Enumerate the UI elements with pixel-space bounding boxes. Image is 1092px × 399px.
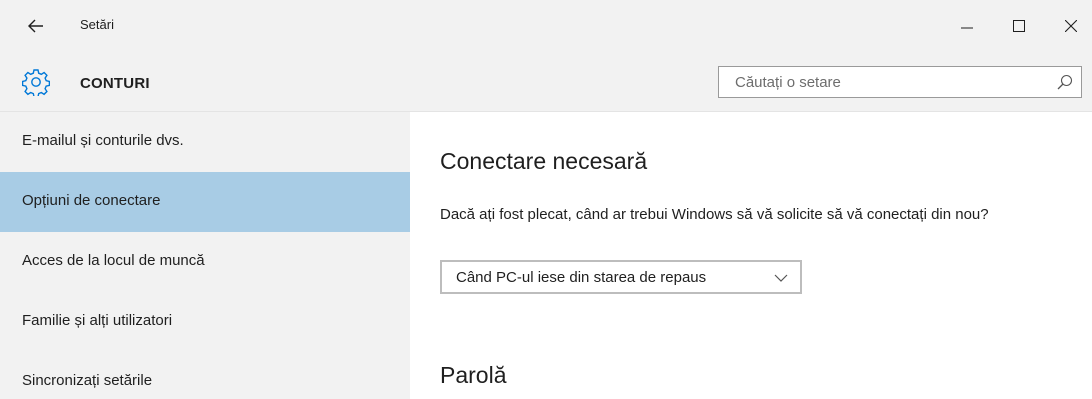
close-icon — [1065, 20, 1077, 32]
settings-window: Setări CONTURI Căutați o setare E-mailul… — [0, 0, 1092, 399]
sign-in-required-heading: Conectare necesară — [440, 148, 648, 174]
sidebar-item-label: Familie și alți utilizatori — [22, 312, 173, 329]
sidebar-item-label: Sincronizați setările — [22, 372, 153, 389]
maximize-icon — [1013, 20, 1025, 32]
sidebar-item-sign-in-options[interactable]: Opțiuni de conectare — [0, 172, 410, 232]
sidebar-item-family-users[interactable]: Familie și alți utilizatori — [0, 292, 410, 352]
close-button[interactable] — [1056, 14, 1086, 38]
gear-icon — [22, 69, 50, 96]
back-button[interactable] — [22, 14, 50, 38]
sidebar-item-label: E-mailul și conturile dvs. — [22, 132, 184, 149]
back-arrow-icon — [28, 19, 43, 33]
minimize-button[interactable] — [952, 14, 982, 38]
window-title: Setări — [80, 17, 114, 32]
search-icon[interactable] — [1057, 74, 1073, 90]
chevron-down-icon — [774, 274, 788, 282]
sidebar: E-mailul și conturile dvs. Opțiuni de co… — [0, 112, 410, 399]
search-box[interactable] — [718, 66, 1082, 98]
page-title: CONTURI — [80, 75, 150, 92]
maximize-button[interactable] — [1004, 14, 1034, 38]
sign-in-required-dropdown[interactable]: Când PC-ul iese din starea de repaus — [440, 260, 802, 294]
minimize-icon — [961, 27, 973, 29]
title-bar: Setări — [0, 0, 1092, 64]
sidebar-item-email-accounts[interactable]: E-mailul și conturile dvs. — [0, 112, 410, 172]
sidebar-item-work-access[interactable]: Acces de la locul de muncă — [0, 232, 410, 292]
main-content: Conectare necesară Dacă ați fost plecat,… — [410, 112, 1092, 399]
sidebar-item-sync-settings[interactable]: Sincronizați setările — [0, 352, 410, 399]
sidebar-item-label: Acces de la locul de muncă — [22, 252, 205, 269]
password-heading: Parolă — [440, 362, 507, 388]
sign-in-question: Dacă ați fost plecat, când ar trebui Win… — [440, 206, 989, 223]
page-header: CONTURI — [0, 64, 1092, 112]
dropdown-selected-value: Când PC-ul iese din starea de repaus — [456, 269, 707, 286]
sidebar-item-label: Opțiuni de conectare — [22, 192, 161, 209]
search-input[interactable] — [719, 67, 1049, 97]
